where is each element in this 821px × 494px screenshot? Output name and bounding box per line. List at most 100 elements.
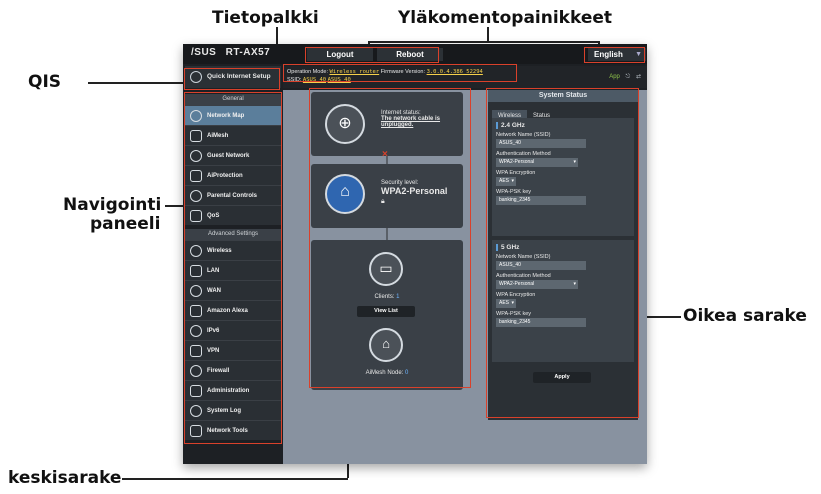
ssid-link-2[interactable]: ASUS_40 <box>328 77 351 83</box>
clients-count[interactable]: 1 <box>396 294 399 300</box>
globe-icon <box>190 150 202 162</box>
advanced-list: Wireless LAN WAN Amazon Alexa IPv6 VPN Firewal… <box>185 240 281 440</box>
logout-button[interactable]: Logout <box>307 48 373 61</box>
language-select[interactable]: English ▼ <box>588 48 646 61</box>
qis-icon <box>190 71 202 83</box>
network-map-icon <box>190 110 202 122</box>
router-icon: ⌂ <box>325 174 365 214</box>
internet-status-card[interactable]: ⊕ Internet status: The network cable is … <box>311 92 463 156</box>
general-header: General <box>185 94 281 105</box>
annotation-tietopalkki: Tietopalkki <box>212 8 319 28</box>
router-window: /SUS RT-AX57 Logout Reboot English ▼ Qui… <box>183 44 647 464</box>
operation-mode-link[interactable]: Wireless router <box>330 69 380 75</box>
sidebar-item-network-map[interactable]: Network Map <box>185 105 281 125</box>
ssid-link-1[interactable]: ASUS_40 <box>303 77 326 83</box>
sidebar-item-administration[interactable]: Administration <box>185 380 281 400</box>
aimesh-glyph: ⌂ <box>382 336 390 351</box>
sidebar-item-firewall[interactable]: Firewall <box>185 360 281 380</box>
sidebar-item-qos[interactable]: QoS <box>185 205 281 225</box>
sidebar-item-label: Wireless <box>207 248 232 254</box>
user-icon[interactable]: ⎋ <box>626 74 631 81</box>
chevron-down-icon: ▾ <box>511 300 514 306</box>
sidebar-item-parental-controls[interactable]: Parental Controls <box>185 185 281 205</box>
usb-icon[interactable]: ⇄ <box>636 73 641 80</box>
globe-glyph: ⊕ <box>338 115 352 132</box>
chevron-down-icon: ▾ <box>511 178 514 184</box>
sidebar-item-label: Amazon Alexa <box>207 308 248 314</box>
firewall-icon <box>190 365 202 377</box>
vpn-icon <box>190 345 202 357</box>
alexa-icon <box>190 305 202 317</box>
sidebar-item-network-tools[interactable]: Network Tools <box>185 420 281 440</box>
sidebar-item-label: Network Map <box>207 113 245 119</box>
globe-icon: ⊕ <box>325 104 365 144</box>
sidebar-item-label: QoS <box>207 213 220 219</box>
key-5-label: WPA-PSK key <box>496 311 532 317</box>
ssid-5-input[interactable]: ASUS_40 <box>496 261 586 270</box>
enc-24-select[interactable]: AES ▾ <box>496 177 516 186</box>
security-card[interactable]: ⌂ Security level: WPA2-Personal 🔒︎ <box>311 164 463 228</box>
annotation-qis: QIS <box>28 72 62 92</box>
language-value: English <box>594 50 623 59</box>
aimesh-node-icon[interactable]: ⌂ <box>369 328 403 362</box>
network-tools-icon <box>190 425 202 437</box>
sidebar-item-vpn[interactable]: VPN <box>185 340 281 360</box>
annotation-navigointi: Navigointi <box>63 195 162 215</box>
sidebar-item-lan[interactable]: LAN <box>185 260 281 280</box>
sidebar-item-wireless[interactable]: Wireless <box>185 240 281 260</box>
ssid-24-input[interactable]: ASUS_40 <box>496 139 586 148</box>
brand-logo: /SUS RT-AX57 <box>191 47 270 58</box>
view-list-button[interactable]: View List <box>357 306 415 317</box>
clients-label: Clients: <box>374 294 395 300</box>
key-24-label: WPA-PSK key <box>496 189 532 195</box>
sidebar-item-system-log[interactable]: System Log <box>185 400 281 420</box>
sidebar-item-label: Parental Controls <box>207 193 258 199</box>
wireless-icon <box>190 245 202 257</box>
internet-status-value[interactable]: The network cable is unplugged. <box>381 116 459 128</box>
annotation-ylakomentopainikkeet: Yläkomentopainikkeet <box>398 8 613 28</box>
enc-5-select[interactable]: AES ▾ <box>496 299 516 308</box>
sidebar-item-label: AiProtection <box>207 173 243 179</box>
wan-icon <box>190 285 202 297</box>
security-text: Security level: WPA2-Personal 🔒︎ <box>381 180 461 206</box>
quick-internet-setup-button[interactable]: Quick Internet Setup <box>185 66 281 88</box>
sidebar-item-aiprotection[interactable]: AiProtection <box>185 165 281 185</box>
middle-column: ⊕ Internet status: The network cable is … <box>311 90 463 395</box>
sidebar-item-guest-network[interactable]: Guest Network <box>185 145 281 165</box>
operation-mode-label: Operation Mode: <box>287 69 328 75</box>
annotation-oikea-sarake: Oikea sarake <box>683 306 807 326</box>
app-link[interactable]: App <box>609 74 620 80</box>
auth-5-select[interactable]: WPA2-Personal ▾ <box>496 280 578 289</box>
info-bar: Operation Mode: Wireless router Firmware… <box>283 66 647 88</box>
aimesh-node-count[interactable]: 0 <box>405 370 408 376</box>
sidebar-item-wan[interactable]: WAN <box>185 280 281 300</box>
band-5-title: 5 GHz <box>496 244 630 251</box>
leader-line-ylakomento <box>487 27 489 41</box>
parental-icon <box>190 190 202 202</box>
sidebar-item-label: Firewall <box>207 368 230 374</box>
system-status-title: System Status <box>488 90 638 102</box>
clients-line: Clients: 1 <box>311 294 463 300</box>
sidebar-item-amazon-alexa[interactable]: Amazon Alexa <box>185 300 281 320</box>
top-bar: /SUS RT-AX57 Logout Reboot English ▼ <box>183 44 647 64</box>
internet-status-text: Internet status: The network cable is un… <box>381 110 459 128</box>
sidebar-item-ipv6[interactable]: IPv6 <box>185 320 281 340</box>
sidebar-item-aimesh[interactable]: AiMesh <box>185 125 281 145</box>
reboot-button[interactable]: Reboot <box>377 48 443 61</box>
ssid-5-label: Network Name (SSID) <box>496 254 551 260</box>
band-24-title: 2.4 GHz <box>496 122 630 129</box>
sidebar-item-label: IPv6 <box>207 328 220 334</box>
key-5-input[interactable]: banking_2345 <box>496 318 586 327</box>
band-24-section: 2.4 GHz Network Name (SSID) ASUS_40 Auth… <box>492 118 634 236</box>
monitor-icon[interactable]: ▭ <box>369 252 403 286</box>
auth-24-value: WPA2-Personal <box>499 159 535 165</box>
auth-24-select[interactable]: WPA2-Personal ▾ <box>496 158 578 167</box>
apply-button[interactable]: Apply <box>533 372 591 383</box>
sidebar-item-label: Guest Network <box>207 153 250 159</box>
connection-line-2 <box>386 228 388 240</box>
firmware-link[interactable]: 3.0.0.4.386_52294 <box>427 69 483 75</box>
key-24-input[interactable]: banking_2345 <box>496 196 586 205</box>
security-level-value: WPA2-Personal <box>381 186 448 196</box>
sidebar-item-label: VPN <box>207 348 220 354</box>
qis-label: Quick Internet Setup <box>207 73 271 80</box>
